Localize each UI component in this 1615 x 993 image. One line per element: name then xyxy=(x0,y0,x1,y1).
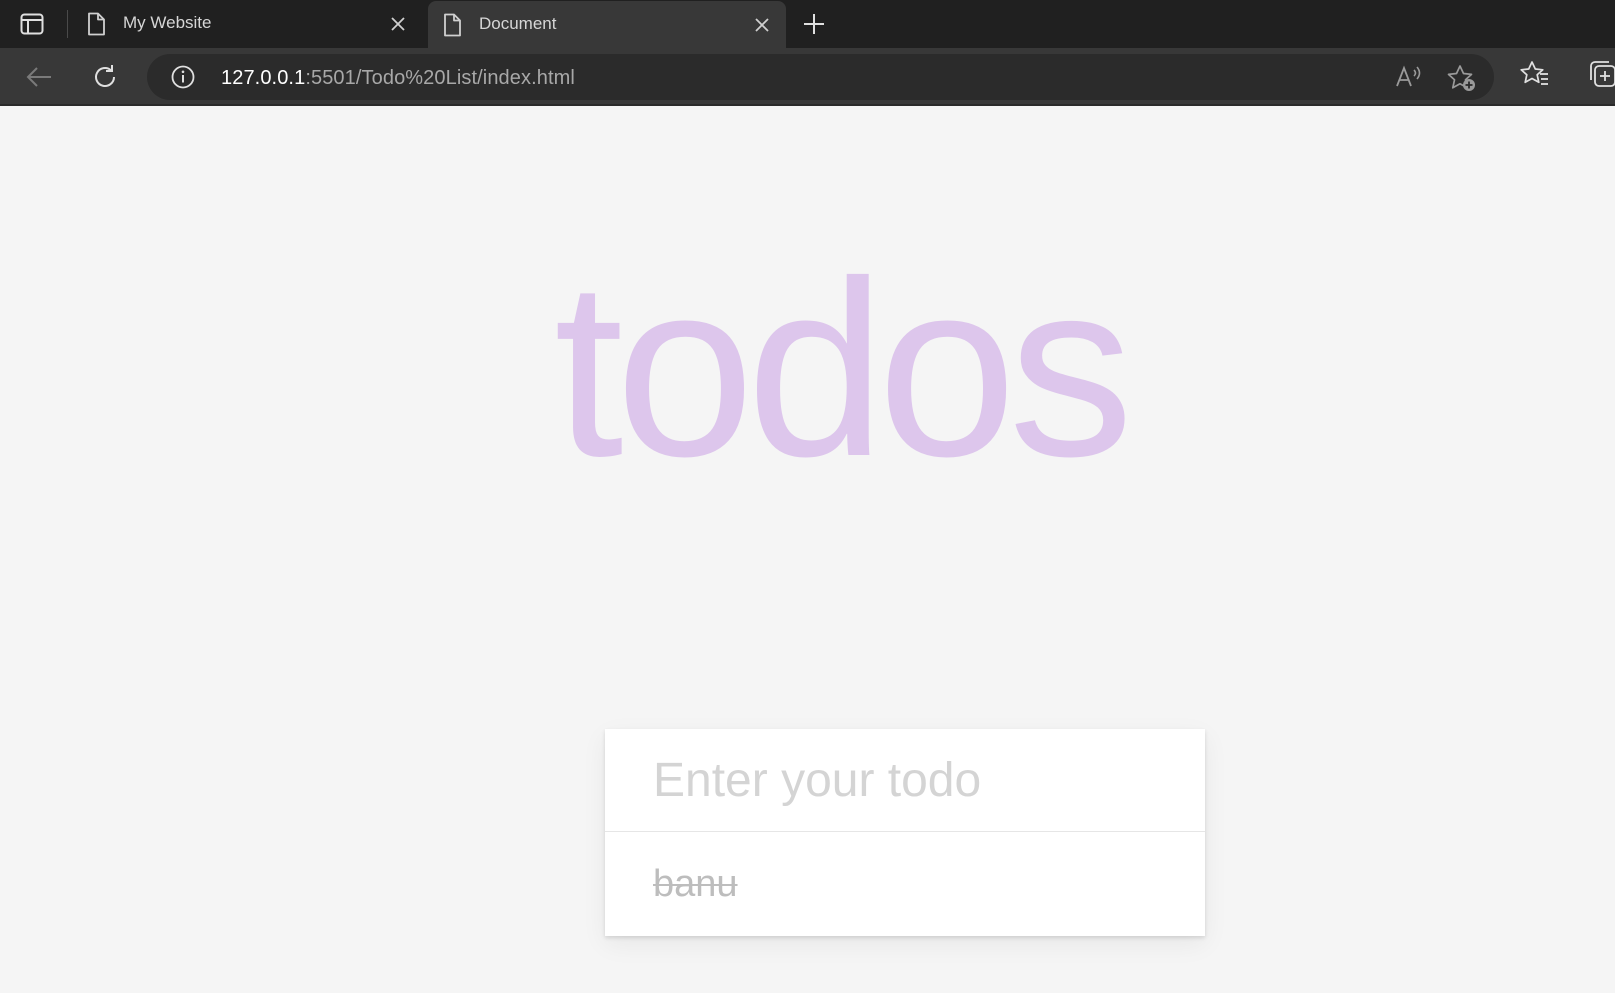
page-icon xyxy=(88,12,105,36)
address-bar[interactable]: 127.0.0.1:5501/Todo%20List/index.html xyxy=(147,54,1494,100)
sidebar-icon xyxy=(20,13,44,35)
new-tab-button[interactable] xyxy=(800,10,828,38)
plus-icon xyxy=(804,14,824,34)
refresh-icon xyxy=(95,65,115,87)
todo-item[interactable]: banu xyxy=(605,833,1205,936)
back-button[interactable] xyxy=(22,60,56,94)
close-icon[interactable] xyxy=(388,14,408,34)
close-icon[interactable] xyxy=(752,15,772,35)
tab-label: My Website xyxy=(123,13,212,32)
page-icon xyxy=(444,13,461,37)
reload-button[interactable] xyxy=(88,60,122,94)
collections-icon[interactable] xyxy=(1588,60,1615,88)
info-icon[interactable] xyxy=(171,65,195,89)
tab-label: Document xyxy=(479,14,557,33)
app-title: todos xyxy=(554,229,1134,508)
tab-my-website[interactable]: My Website xyxy=(72,0,422,48)
tab-document[interactable]: Document xyxy=(428,1,786,49)
add-favorite-icon[interactable] xyxy=(1447,64,1477,92)
tab-actions-button[interactable] xyxy=(14,10,50,38)
page-viewport: todos banu xyxy=(0,106,1615,993)
tab-divider xyxy=(67,10,68,38)
todo-item-text[interactable]: banu xyxy=(653,863,738,906)
arrow-left-icon xyxy=(26,67,51,87)
todo-card: banu xyxy=(605,729,1205,936)
favorites-icon[interactable] xyxy=(1520,60,1550,88)
url-host: 127.0.0.1 xyxy=(221,67,306,89)
url-path: :5501/Todo%20List/index.html xyxy=(305,67,575,89)
todo-input[interactable] xyxy=(605,729,1205,832)
browser-toolbar: 127.0.0.1:5501/Todo%20List/index.html xyxy=(0,48,1615,106)
tab-bar: My Website Document xyxy=(0,0,1615,49)
url-text[interactable]: 127.0.0.1:5501/Todo%20List/index.html xyxy=(221,67,575,90)
read-aloud-icon[interactable] xyxy=(1395,65,1423,89)
